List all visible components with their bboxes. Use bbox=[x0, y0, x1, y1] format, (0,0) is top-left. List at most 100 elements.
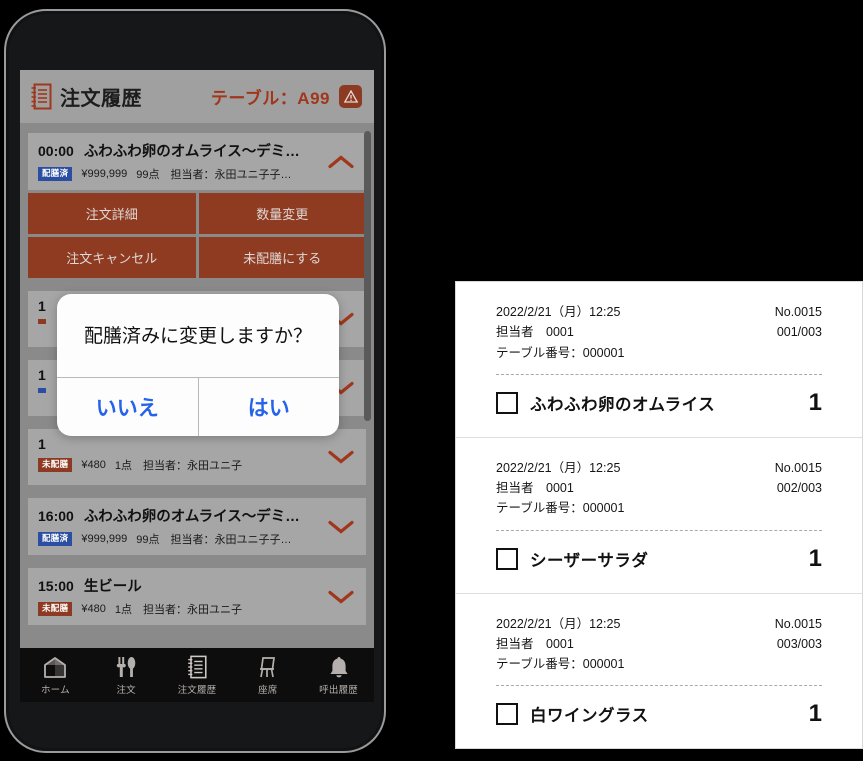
order-staff: 担当者：永田ユニ子 bbox=[143, 460, 243, 472]
status-badge: 未配膳 bbox=[38, 602, 73, 616]
order-card-header[interactable]: 15:00 生ビール 未配膳 ¥480 1点 担当者：永田ユニ子 bbox=[28, 568, 366, 625]
receipt-ticket: 2022/2/21（月）12:25 担当者 0001 テーブル番号：000001… bbox=[456, 436, 862, 593]
change-quantity-button[interactable]: 数量変更 bbox=[198, 193, 366, 234]
order-row-top: 00:00 ふわふわ卵のオムライス～デミ… bbox=[38, 140, 356, 161]
nav-item-call-history[interactable]: 呼出履歴 bbox=[303, 654, 374, 696]
table-number-label: テーブル：A99 bbox=[210, 89, 330, 108]
status-badge: 配膳済 bbox=[38, 532, 73, 546]
receipt-divider bbox=[496, 373, 822, 375]
order-count: 1点 bbox=[114, 460, 133, 472]
order-row-top: 1 bbox=[38, 436, 356, 452]
notebook-icon bbox=[30, 83, 52, 110]
order-card[interactable]: 16:00 ふわふわ卵のオムライス～デミ… 配膳済 ¥999,999 99点 担… bbox=[28, 498, 366, 555]
nav-item-home[interactable]: ホーム bbox=[20, 654, 91, 696]
status-badge: 配膳済 bbox=[38, 167, 73, 181]
screenshot-root: 注文履歴 テーブル：A99 00:00 ふわふわ卵のオムライス～デミ… 配膳済 … bbox=[0, 0, 863, 761]
order-item-name: 生ビール bbox=[83, 579, 142, 595]
chevron-up-icon[interactable] bbox=[328, 154, 354, 169]
receipt-order-no: No.0015 bbox=[774, 460, 822, 475]
receipt-order-no: No.0015 bbox=[774, 305, 822, 319]
order-count: 99点 bbox=[136, 169, 160, 181]
receipt-header-left: 2022/2/21（月）12:25 担当者 0001 テーブル番号：000001 bbox=[496, 304, 624, 361]
receipt-checkbox-icon[interactable] bbox=[496, 547, 518, 570]
receipt-checkbox-icon[interactable] bbox=[496, 703, 518, 726]
order-count: 1点 bbox=[114, 604, 133, 616]
order-card-header[interactable]: 1 未配膳 ¥480 1点 担当者：永田ユニ子 bbox=[28, 429, 366, 485]
notebook-icon bbox=[186, 654, 208, 679]
receipt-header: 2022/2/21（月）12:25 担当者 0001 テーブル番号：000001… bbox=[496, 460, 822, 517]
receipt-divider bbox=[496, 529, 822, 531]
app-header: 注文履歴 テーブル：A99 bbox=[20, 70, 374, 123]
phone-device-frame: 注文履歴 テーブル：A99 00:00 ふわふわ卵のオムライス～デミ… 配膳済 … bbox=[4, 9, 386, 753]
nav-item-seats[interactable]: 座席 bbox=[232, 654, 303, 696]
receipt-header-right: No.0015 003/003 bbox=[775, 616, 822, 673]
order-card-header[interactable]: 16:00 ふわふわ卵のオムライス～デミ… 配膳済 ¥999,999 99点 担… bbox=[28, 498, 366, 555]
order-card-header[interactable]: 00:00 ふわふわ卵のオムライス～デミ… 配膳済 ¥999,999 99点 担… bbox=[28, 133, 366, 190]
receipt-item-qty: 1 bbox=[808, 700, 822, 728]
mark-unserved-button[interactable]: 未配膳にする bbox=[198, 237, 366, 278]
order-card[interactable]: 1 未配膳 ¥480 1点 担当者：永田ユニ子 bbox=[28, 429, 366, 485]
status-badge: 未配膳 bbox=[38, 458, 73, 472]
order-row-bottom: 未配膳 ¥480 1点 担当者：永田ユニ子 bbox=[38, 601, 356, 617]
cancel-order-button[interactable]: 注文キャンセル bbox=[28, 237, 196, 278]
order-card[interactable]: 15:00 生ビール 未配膳 ¥480 1点 担当者：永田ユニ子 bbox=[28, 568, 366, 625]
receipt-page: 001/003 bbox=[776, 325, 822, 340]
order-row-top: 16:00 ふわふわ卵のオムライス～デミ… bbox=[38, 505, 356, 526]
receipt-item-qty: 1 bbox=[808, 544, 822, 572]
receipt-item-row: 白ワイングラス 1 bbox=[496, 700, 822, 728]
dialog-no-button[interactable]: いいえ bbox=[57, 378, 198, 436]
chevron-down-icon[interactable] bbox=[328, 450, 354, 465]
order-staff: 担当者：永田ユニ子子… bbox=[170, 534, 292, 546]
status-badge bbox=[38, 388, 46, 393]
order-time: 00:00 bbox=[38, 143, 74, 159]
nav-label: 注文履歴 bbox=[177, 685, 217, 696]
order-row-bottom: 配膳済 ¥999,999 99点 担当者：永田ユニ子子… bbox=[38, 531, 356, 547]
order-price: ¥999,999 bbox=[81, 533, 128, 545]
bell-icon bbox=[327, 654, 351, 679]
phone-screen: 注文履歴 テーブル：A99 00:00 ふわふわ卵のオムライス～デミ… 配膳済 … bbox=[20, 70, 374, 698]
receipt-page: 002/003 bbox=[776, 481, 822, 495]
order-staff: 担当者：永田ユニ子 bbox=[143, 604, 243, 616]
order-staff: 担当者：永田ユニ子子… bbox=[170, 169, 292, 181]
bottom-navigation-bar: ホーム 注文 注文履歴 座席 呼出履歴 bbox=[20, 648, 374, 702]
order-time: 1 bbox=[38, 367, 46, 383]
order-item-name: ふわふわ卵のオムライス～デミ… bbox=[83, 509, 300, 525]
chevron-down-icon[interactable] bbox=[328, 589, 354, 604]
nav-item-order-history[interactable]: 注文履歴 bbox=[162, 654, 233, 696]
receipt-staff: 担当者 0001 bbox=[496, 481, 574, 495]
order-time: 1 bbox=[38, 298, 46, 314]
order-detail-button[interactable]: 注文詳細 bbox=[28, 193, 196, 234]
dialog-message: 配膳済みに変更しますか？ bbox=[83, 326, 312, 347]
receipt-checkbox-icon[interactable] bbox=[496, 391, 518, 414]
order-action-grid: 注文詳細 数量変更 注文キャンセル 未配膳にする bbox=[28, 193, 366, 278]
receipt-page: 003/003 bbox=[776, 636, 822, 651]
cutlery-icon bbox=[114, 654, 138, 679]
receipt-header-right: No.0015 001/003 bbox=[775, 304, 822, 361]
app-header-left: 注文履歴 bbox=[30, 82, 142, 111]
order-row-bottom: 未配膳 ¥480 1点 担当者：永田ユニ子 bbox=[38, 457, 356, 473]
receipt-datetime: 2022/2/21（月）12:25 bbox=[496, 616, 621, 631]
order-card[interactable]: 00:00 ふわふわ卵のオムライス～デミ… 配膳済 ¥999,999 99点 担… bbox=[28, 133, 366, 278]
order-time: 15:00 bbox=[38, 578, 74, 594]
order-row-top: 15:00 生ビール bbox=[38, 575, 356, 596]
receipt-preview-panel: 2022/2/21（月）12:25 担当者 0001 テーブル番号：000001… bbox=[455, 281, 863, 749]
nav-label: ホーム bbox=[40, 685, 70, 696]
nav-label: 座席 bbox=[258, 685, 278, 696]
receipt-header-left: 2022/2/21（月）12:25 担当者 0001 テーブル番号：000001 bbox=[496, 460, 624, 517]
order-price: ¥480 bbox=[81, 459, 106, 471]
list-scrollbar[interactable] bbox=[364, 131, 371, 421]
receipt-header: 2022/2/21（月）12:25 担当者 0001 テーブル番号：000001… bbox=[496, 304, 822, 361]
dialog-actions: いいえ はい bbox=[57, 377, 340, 437]
receipt-staff: 担当者 0001 bbox=[496, 325, 574, 340]
chair-icon bbox=[256, 654, 280, 679]
receipt-header-right: No.0015 002/003 bbox=[775, 460, 822, 517]
warning-triangle-icon[interactable] bbox=[339, 85, 362, 108]
receipt-item-row: ふわふわ卵のオムライス 1 bbox=[496, 389, 822, 417]
receipt-table: テーブル番号：000001 bbox=[496, 345, 625, 360]
order-price: ¥480 bbox=[81, 603, 106, 615]
nav-item-order[interactable]: 注文 bbox=[91, 654, 162, 696]
page-title: 注文履歴 bbox=[60, 88, 142, 110]
dialog-yes-button[interactable]: はい bbox=[197, 378, 340, 437]
receipt-order-no: No.0015 bbox=[774, 616, 822, 631]
chevron-down-icon[interactable] bbox=[328, 519, 354, 534]
